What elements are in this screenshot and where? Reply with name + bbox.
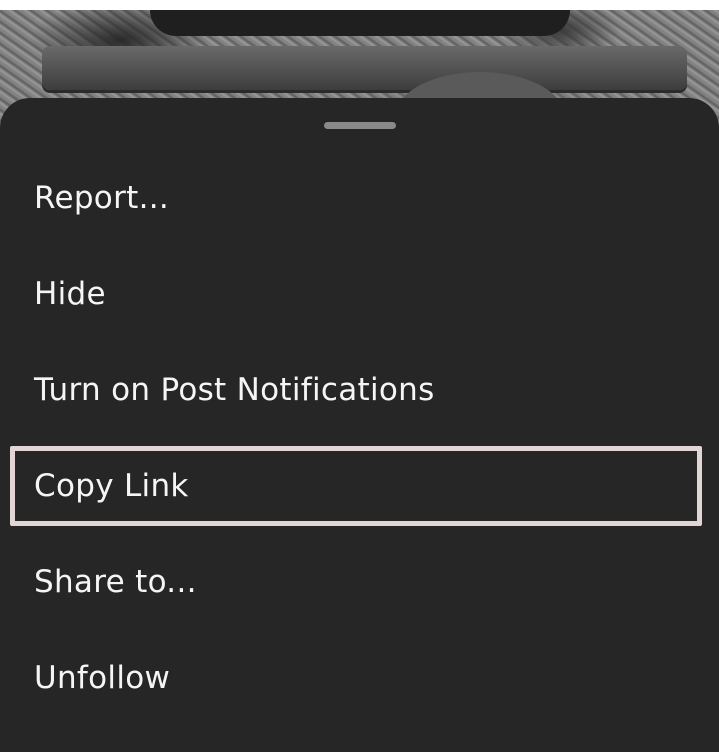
menu-item-share-to[interactable]: Share to...	[0, 534, 719, 630]
menu-item-label: Hide	[34, 276, 106, 312]
menu-item-hide[interactable]: Hide	[0, 246, 719, 342]
options-menu: Report... Hide Turn on Post Notification…	[0, 150, 719, 726]
photo-board-shape	[42, 46, 687, 90]
menu-item-report[interactable]: Report...	[0, 150, 719, 246]
menu-item-label: Turn on Post Notifications	[34, 372, 435, 408]
menu-item-turn-on-post-notifications[interactable]: Turn on Post Notifications	[0, 342, 719, 438]
menu-item-label: Unfollow	[34, 660, 171, 696]
options-bottom-sheet: Report... Hide Turn on Post Notification…	[0, 98, 719, 752]
menu-item-label: Report...	[34, 180, 170, 216]
menu-item-label: Copy Link	[34, 468, 189, 504]
menu-item-label: Share to...	[34, 564, 197, 600]
menu-item-unfollow[interactable]: Unfollow	[0, 630, 719, 726]
menu-item-copy-link[interactable]: Copy Link	[0, 438, 719, 534]
screen: Report... Hide Turn on Post Notification…	[0, 0, 719, 752]
drag-handle[interactable]	[324, 122, 396, 129]
photo-dark-region	[150, 10, 570, 36]
